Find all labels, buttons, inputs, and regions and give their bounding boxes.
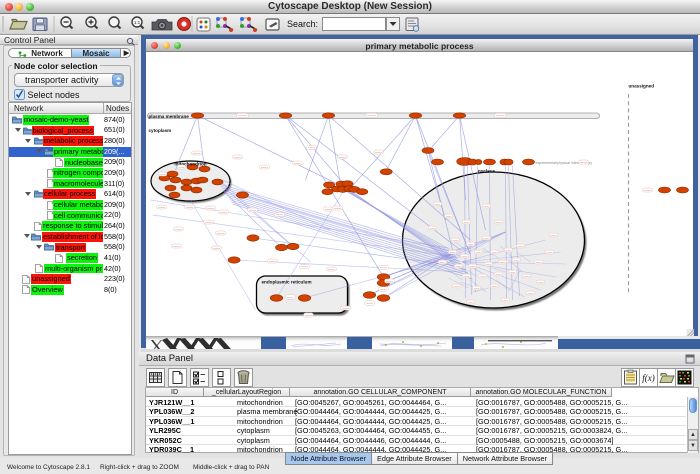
svg-text:f(x): f(x) (642, 373, 655, 383)
svg-text:endoplasmic reticulum: endoplasmic reticulum (262, 280, 312, 285)
svg-text:1:1: 1:1 (134, 20, 141, 25)
svg-text:unassigned: unassigned (629, 84, 655, 89)
svg-text:nucleus: nucleus (478, 169, 496, 174)
svg-text:cytoplasm: cytoplasm (149, 128, 172, 133)
svg-text:plasma membrane: plasma membrane (149, 114, 190, 119)
svg-text:Search:: Search: (287, 19, 318, 29)
